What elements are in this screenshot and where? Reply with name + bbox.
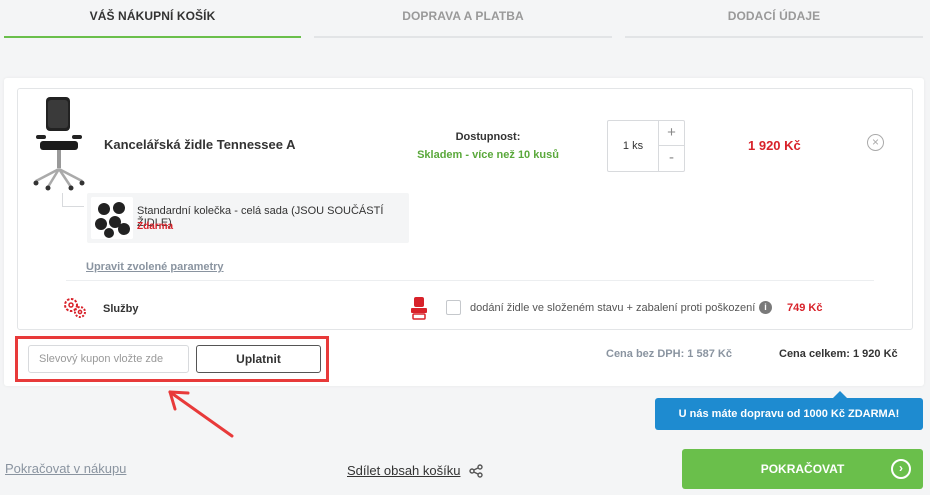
step-shipping-payment-progress-bar — [314, 36, 612, 38]
gears-icon — [64, 298, 86, 318]
assembled-chair-icon — [411, 297, 427, 320]
assembly-service-label: dodání židle ve složeném stavu + zabalen… — [470, 302, 756, 314]
assembly-service-checkbox[interactable] — [446, 300, 461, 315]
chevron-right-icon: › — [891, 459, 911, 479]
quantity-buttons: + - — [658, 121, 684, 171]
quantity-value[interactable]: 1 ks — [608, 121, 658, 171]
accessory-name: Standardní kolečka - celá sada (JSOU SOU… — [137, 205, 384, 229]
share-icon[interactable] — [469, 464, 483, 478]
continue-shopping-link[interactable]: Pokračovat v nákupu — [5, 461, 126, 476]
assembly-service-price: 749 Kč — [787, 302, 823, 314]
price-total: Cena celkem: 1 920 Kč — [779, 348, 898, 360]
price-without-vat: Cena bez DPH: 1 587 Kč — [606, 348, 732, 360]
office-chair-image[interactable] — [28, 95, 90, 191]
continue-button-label: POKRAČOVAT — [760, 462, 845, 476]
quantity-stepper: 1 ks + - — [607, 120, 685, 172]
remove-item-icon[interactable]: × — [867, 134, 884, 151]
accessory-price: Zdarma — [137, 221, 174, 232]
step-cart-progress-bar — [4, 36, 301, 38]
services-divider — [66, 280, 874, 281]
wheels-image — [91, 197, 133, 239]
step-cart[interactable]: VÁŠ NÁKUPNÍ KOŠÍK — [4, 0, 301, 38]
availability-label: Dostupnost: — [455, 131, 521, 143]
item-price: 1 920 Kč — [748, 138, 801, 153]
accessory-item: Standardní kolečka - celá sada (JSOU SOU… — [87, 193, 409, 243]
step-shipping-payment-label: DOPRAVA A PLATBA — [402, 9, 524, 23]
arrow-annotation-icon — [168, 390, 234, 438]
edit-parameters-link[interactable]: Upravit zvolené parametry — [86, 261, 224, 273]
step-delivery-details-progress-bar — [625, 36, 923, 38]
availability: Dostupnost: Skladem - více než 10 kusů — [398, 131, 578, 161]
step-shipping-payment[interactable]: DOPRAVA A PLATBA — [314, 0, 612, 38]
coupon-input[interactable] — [28, 345, 189, 373]
step-cart-label: VÁŠ NÁKUPNÍ KOŠÍK — [89, 9, 216, 23]
free-delivery-note: U nás máte dopravu od 1000 Kč ZDARMA! — [655, 391, 923, 430]
quantity-plus-button[interactable]: + — [659, 121, 684, 146]
info-icon[interactable]: i — [759, 301, 772, 314]
apply-coupon-button[interactable]: Uplatnit — [196, 345, 321, 373]
availability-value: Skladem - více než 10 kusů — [417, 149, 559, 161]
quantity-minus-button[interactable]: - — [659, 146, 684, 171]
accessory-connector-line — [62, 193, 84, 207]
services-label: Služby — [103, 303, 139, 315]
step-delivery-details-label: DODACÍ ÚDAJE — [727, 9, 821, 23]
continue-button[interactable]: POKRAČOVAT › — [682, 449, 923, 489]
share-cart-link[interactable]: Sdílet obsah košíku — [347, 463, 460, 478]
product-name[interactable]: Kancelářská židle Tennessee A — [104, 137, 295, 152]
checkout-steps: VÁŠ NÁKUPNÍ KOŠÍK DOPRAVA A PLATBA DODAC… — [0, 0, 930, 40]
cart-item: Kancelářská židle Tennessee A Dostupnost… — [17, 88, 913, 330]
step-delivery-details[interactable]: DODACÍ ÚDAJE — [625, 0, 923, 38]
